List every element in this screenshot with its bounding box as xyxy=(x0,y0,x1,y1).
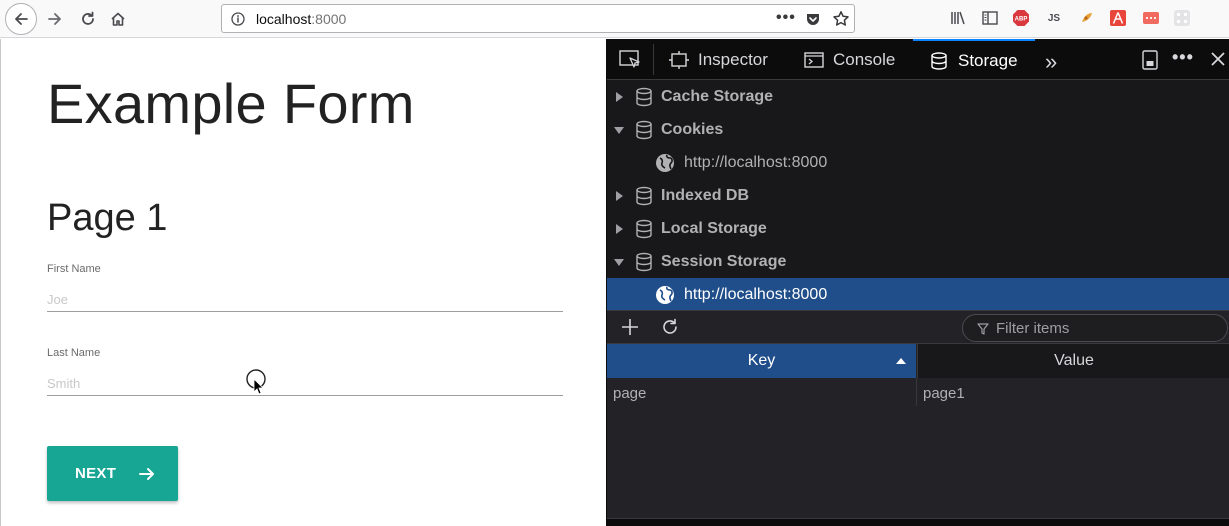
twisty-expanded-icon[interactable] xyxy=(614,257,624,267)
globe-icon xyxy=(656,285,674,304)
forward-arrow-icon xyxy=(48,13,61,25)
database-icon xyxy=(636,252,652,271)
bookmark-star-icon[interactable] xyxy=(832,10,850,28)
tree-item-label: Local Storage xyxy=(661,219,767,237)
devtools-panel: Inspector Console Storage » ••• Cache St… xyxy=(606,39,1229,526)
refresh-icon[interactable] xyxy=(661,318,679,336)
url-text[interactable]: localhost:8000 xyxy=(256,11,346,27)
tab-storage[interactable]: Storage xyxy=(913,39,1035,80)
tree-item-label: http://localhost:8000 xyxy=(684,285,828,303)
browser-toolbar: localhost:8000 ••• ABP JS xyxy=(0,0,1229,38)
svg-text:ABP: ABP xyxy=(1015,17,1028,23)
page-actions-button[interactable]: ••• xyxy=(776,9,796,27)
last-name-label: Last Name xyxy=(47,347,101,359)
library-icon[interactable] xyxy=(949,9,967,27)
acrobat-icon[interactable] xyxy=(1109,9,1127,27)
storage-tree: Cache Storage Cookies http://localhost:8… xyxy=(607,80,1229,311)
info-icon[interactable] xyxy=(231,12,245,26)
url-host: localhost xyxy=(256,11,312,27)
globe-icon xyxy=(656,153,674,172)
url-port: :8000 xyxy=(311,11,347,27)
column-header-value-label: Value xyxy=(1054,352,1094,369)
arrow-right-icon xyxy=(139,467,155,480)
tab-console-label: Console xyxy=(833,49,896,69)
home-button[interactable] xyxy=(103,4,133,34)
table-cell-key[interactable]: page xyxy=(613,385,646,402)
javascript-toggle-icon[interactable]: JS xyxy=(1045,9,1063,27)
twisty-collapsed-icon[interactable] xyxy=(614,91,624,102)
tab-inspector-label: Inspector xyxy=(698,49,768,69)
tree-item-indexed-db[interactable]: Indexed DB xyxy=(607,179,1229,212)
inspector-icon xyxy=(669,50,689,69)
next-button-label: NEXT xyxy=(75,465,117,482)
tree-item-label: Cookies xyxy=(661,120,724,138)
storage-icon xyxy=(931,51,947,70)
tree-item-label: Cache Storage xyxy=(661,87,774,105)
storage-table-body: page page1 xyxy=(607,378,1229,518)
pocket-icon[interactable] xyxy=(805,11,821,27)
console-icon xyxy=(804,51,824,68)
tab-inspector[interactable]: Inspector xyxy=(669,39,768,80)
adblock-plus-icon[interactable]: ABP xyxy=(1012,9,1030,27)
form-title: Example Form xyxy=(47,72,415,135)
home-icon xyxy=(111,12,125,26)
tab-console[interactable]: Console xyxy=(804,39,895,80)
tree-item-session-storage[interactable]: Session Storage xyxy=(607,245,1229,278)
column-header-key-label: Key xyxy=(747,352,776,369)
database-icon xyxy=(636,219,652,238)
close-icon[interactable] xyxy=(1210,51,1226,67)
back-arrow-icon xyxy=(15,13,28,25)
first-name-label: First Name xyxy=(47,263,101,275)
database-icon xyxy=(636,120,652,139)
devtools-toolbar: Inspector Console Storage » ••• xyxy=(607,39,1229,80)
tree-item-session-storage-localhost[interactable]: http://localhost:8000 xyxy=(607,278,1229,311)
table-cell-value[interactable]: page1 xyxy=(923,385,965,402)
reload-button[interactable] xyxy=(73,4,103,34)
add-item-icon[interactable] xyxy=(621,318,639,336)
dock-side-icon[interactable] xyxy=(1142,50,1158,70)
database-icon xyxy=(636,186,652,205)
tab-storage-label: Storage xyxy=(958,50,1018,70)
sidebar-toggle-icon[interactable] xyxy=(981,9,999,27)
screenshot-extension-icon[interactable] xyxy=(1142,9,1160,27)
sort-ascending-icon xyxy=(896,358,906,364)
forward-button[interactable] xyxy=(40,4,70,34)
twisty-collapsed-icon[interactable] xyxy=(614,190,624,201)
tree-item-cookies[interactable]: Cookies xyxy=(607,113,1229,146)
web-page: Example Form Page 1 First Name Last Name… xyxy=(0,39,606,526)
tree-item-label: http://localhost:8000 xyxy=(684,153,828,171)
storage-table-toolbar xyxy=(607,310,1229,344)
mouse-cursor-icon xyxy=(246,369,266,395)
url-bar[interactable]: localhost:8000 ••• xyxy=(221,4,855,33)
page-heading: Page 1 xyxy=(47,197,168,239)
more-tabs-button[interactable]: » xyxy=(1045,49,1057,75)
database-icon xyxy=(636,87,652,106)
filter-icon xyxy=(977,323,989,335)
column-header-value[interactable]: Value xyxy=(917,344,1229,378)
last-name-input[interactable] xyxy=(47,372,563,396)
tree-item-local-storage[interactable]: Local Storage xyxy=(607,212,1229,245)
column-divider xyxy=(916,378,917,406)
first-name-input[interactable] xyxy=(47,288,563,312)
twisty-collapsed-icon[interactable] xyxy=(614,223,624,234)
tree-item-label: Indexed DB xyxy=(661,186,750,204)
column-header-key[interactable]: Key xyxy=(607,344,916,378)
tree-item-label: Session Storage xyxy=(661,252,787,270)
toolbar-separator xyxy=(653,44,654,75)
twisty-expanded-icon[interactable] xyxy=(614,125,624,135)
filter-input[interactable] xyxy=(996,319,1216,337)
overflow-extension-icon[interactable] xyxy=(1173,9,1191,27)
reload-icon xyxy=(82,11,94,25)
tree-item-cache-storage[interactable]: Cache Storage xyxy=(607,80,1229,113)
extension-icon[interactable] xyxy=(1078,9,1096,27)
element-picker-icon[interactable] xyxy=(619,50,641,70)
back-button[interactable] xyxy=(5,3,37,35)
filter-field[interactable] xyxy=(962,314,1228,342)
next-button[interactable]: NEXT xyxy=(47,446,178,501)
devtools-menu-button[interactable]: ••• xyxy=(1172,47,1194,68)
tree-item-cookies-localhost[interactable]: http://localhost:8000 xyxy=(607,146,1229,179)
devtools-footer xyxy=(607,518,1229,526)
